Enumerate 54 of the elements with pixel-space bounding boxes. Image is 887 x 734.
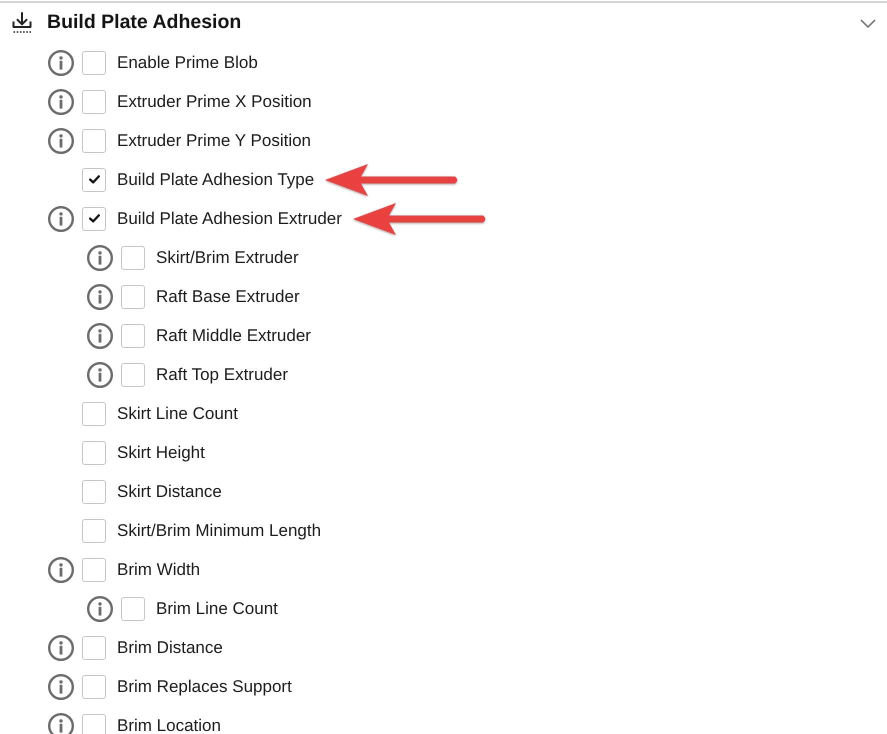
checkbox[interactable]: [82, 518, 106, 542]
setting-label: Raft Middle Extruder: [156, 326, 311, 344]
info-icon[interactable]: [87, 284, 113, 310]
setting-label: Brim Distance: [117, 638, 223, 656]
info-icon[interactable]: [48, 206, 74, 232]
info-icon[interactable]: [87, 596, 113, 622]
setting-label: Skirt Distance: [117, 482, 222, 500]
info-icon[interactable]: [87, 322, 113, 348]
setting-label: Brim Location: [117, 716, 221, 734]
checkbox[interactable]: [121, 284, 145, 308]
setting-label: Skirt Line Count: [117, 404, 238, 422]
setting-label: Extruder Prime Y Position: [117, 132, 312, 150]
section-title: Build Plate Adhesion: [47, 10, 242, 36]
checkbox[interactable]: [121, 596, 145, 620]
setting-label: Skirt/Brim Minimum Length: [117, 522, 322, 540]
info-icon[interactable]: [48, 712, 74, 734]
checkbox[interactable]: [82, 714, 106, 734]
setting-label: Extruder Prime X Position: [117, 92, 312, 110]
checkbox[interactable]: [82, 674, 106, 698]
checkbox[interactable]: [121, 246, 145, 270]
setting-label: Brim Width: [117, 560, 200, 578]
checkbox[interactable]: [82, 480, 106, 504]
info-icon[interactable]: [87, 244, 113, 270]
info-icon[interactable]: [48, 50, 74, 76]
info-icon[interactable]: [48, 556, 74, 582]
info-icon[interactable]: [87, 362, 113, 388]
info-icon[interactable]: [48, 128, 74, 154]
checkbox[interactable]: [82, 50, 106, 74]
checkbox[interactable]: [82, 90, 106, 114]
checkbox[interactable]: [82, 206, 106, 230]
check-icon: [88, 214, 100, 223]
checkbox[interactable]: [82, 402, 106, 426]
setting-label: Build Plate Adhesion Extruder: [117, 210, 342, 228]
check-icon: [88, 175, 100, 184]
checkbox[interactable]: [82, 440, 106, 464]
setting-label: Skirt Height: [117, 444, 205, 462]
checkbox[interactable]: [82, 558, 106, 582]
setting-label: Enable Prime Blob: [117, 54, 258, 72]
setting-label: Skirt/Brim Extruder: [156, 248, 299, 266]
checkbox[interactable]: [82, 128, 106, 152]
setting-label: Raft Base Extruder: [156, 288, 300, 306]
setting-label: Brim Replaces Support: [117, 678, 292, 696]
info-icon[interactable]: [48, 634, 74, 660]
checkbox[interactable]: [82, 168, 106, 192]
download-tray-icon: [10, 11, 34, 35]
checkbox[interactable]: [82, 636, 106, 660]
setting-label: Build Plate Adhesion Type: [117, 170, 314, 188]
chevron-icon[interactable]: [860, 18, 876, 28]
checkbox[interactable]: [121, 324, 145, 348]
checkbox[interactable]: [121, 362, 145, 386]
info-icon[interactable]: [48, 674, 74, 700]
setting-label: Brim Line Count: [156, 600, 278, 618]
setting-label: Raft Top Extruder: [156, 366, 288, 384]
info-icon[interactable]: [48, 88, 74, 114]
